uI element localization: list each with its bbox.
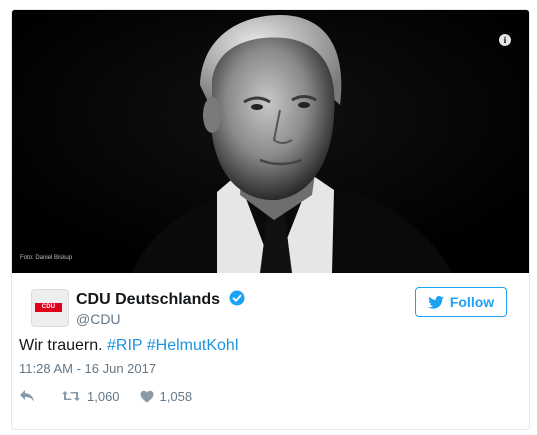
- reply-icon: [20, 390, 34, 402]
- cdu-logo: CDU: [35, 303, 62, 312]
- avatar[interactable]: CDU: [31, 289, 69, 327]
- reply-button[interactable]: [19, 389, 41, 403]
- portrait-image: [12, 10, 529, 273]
- tweet-text: Wir trauern. #RIP #HelmutKohl: [19, 337, 238, 355]
- tweet-actions: 1,060 1,058: [19, 387, 212, 405]
- retweet-button[interactable]: 1,060: [61, 389, 120, 404]
- tweet-body: Wir trauern.: [19, 337, 103, 354]
- twitter-bird-icon: [428, 295, 444, 309]
- display-name[interactable]: CDU Deutschlands: [76, 290, 245, 311]
- like-count: 1,058: [159, 388, 193, 404]
- follow-button[interactable]: Follow: [415, 287, 507, 317]
- display-name-text: CDU Deutschlands: [76, 291, 221, 308]
- photo-credit: Foto: Daniel Biskup: [20, 255, 73, 261]
- retweet-count: 1,060: [87, 388, 120, 404]
- tweet-header: CDU CDU Deutschlands @CDU Follow: [12, 273, 529, 333]
- heart-icon: [140, 390, 154, 402]
- follow-label: Follow: [449, 294, 495, 310]
- tweet-photo[interactable]: Foto: Daniel Biskup i: [12, 10, 529, 273]
- info-icon[interactable]: i: [499, 34, 511, 46]
- tweet-timestamp[interactable]: 11:28 AM - 16 Jun 2017: [19, 361, 156, 376]
- hashtag-helmutkohl[interactable]: #HelmutKohl: [147, 337, 239, 354]
- retweet-icon: [62, 391, 80, 401]
- hashtag-rip[interactable]: #RIP: [107, 337, 142, 354]
- like-button[interactable]: 1,058: [140, 388, 193, 404]
- account-handle[interactable]: @CDU: [76, 311, 121, 327]
- verified-badge-icon: [229, 290, 245, 311]
